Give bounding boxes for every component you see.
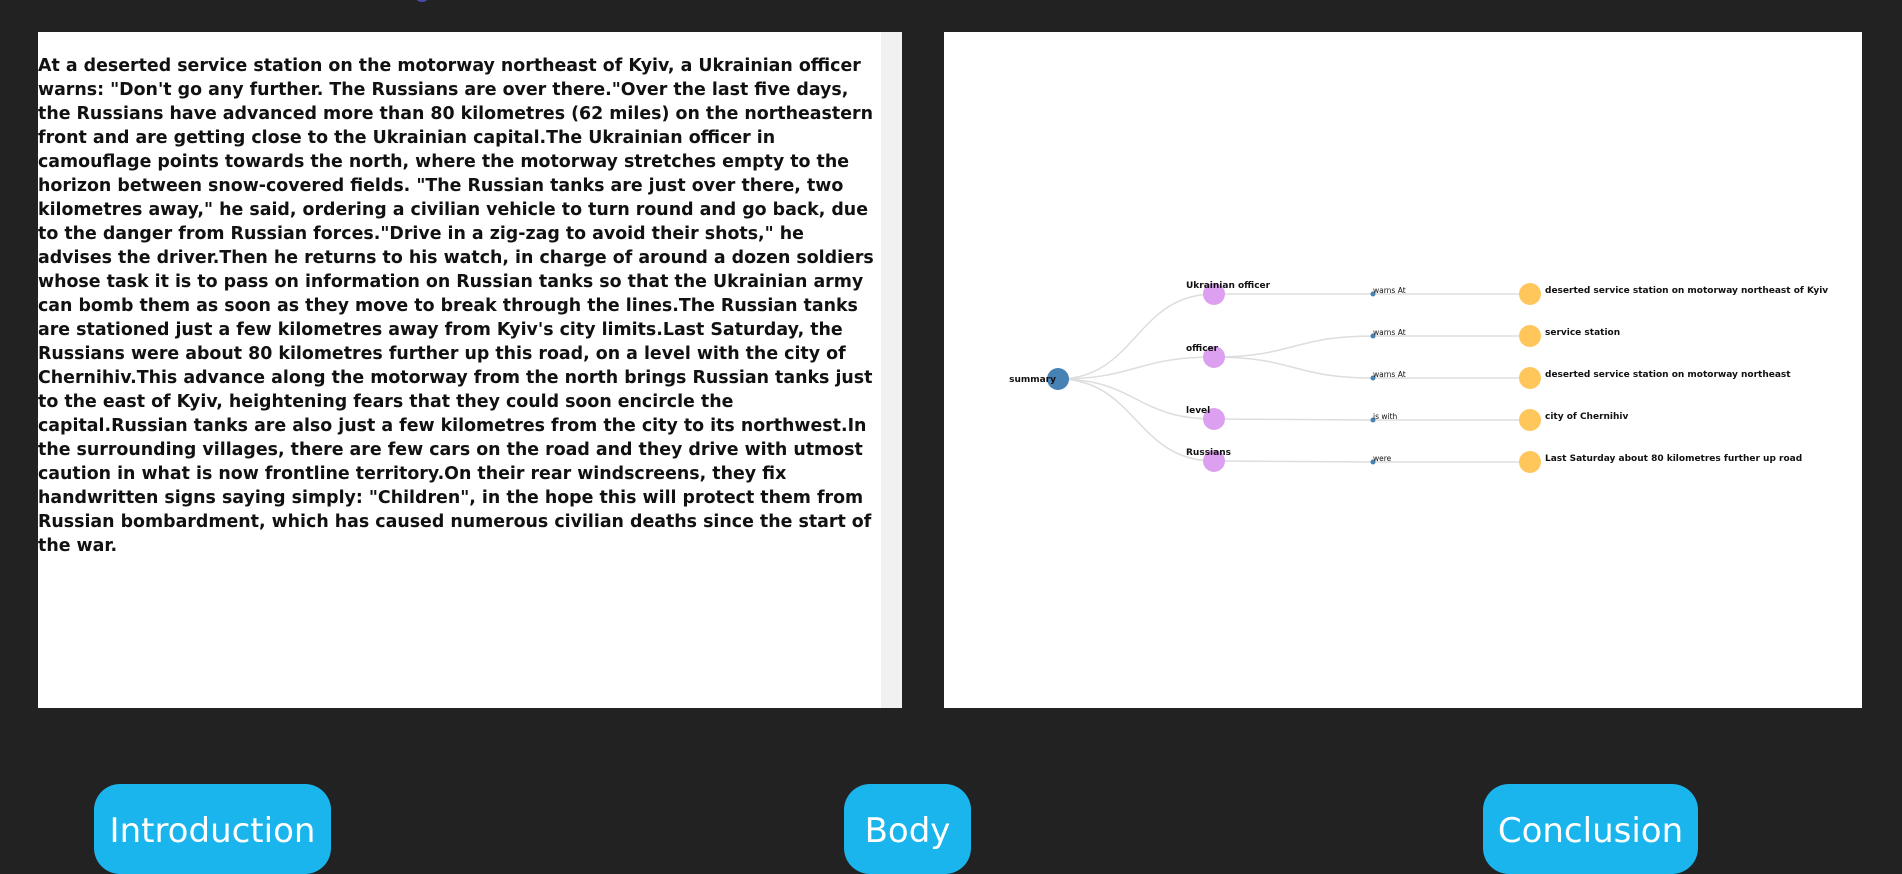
indicator-dot	[414, 0, 430, 2]
body-button[interactable]: Body	[844, 784, 971, 874]
node-object-label: deserted service station on motorway nor…	[1545, 286, 1828, 296]
node-subject-label: Russians	[1186, 448, 1231, 458]
node-object-label: service station	[1545, 328, 1620, 338]
link-subject-relation	[1213, 418, 1374, 421]
node-object	[1519, 451, 1541, 473]
node-object	[1519, 283, 1541, 305]
article-text-panel[interactable]: At a deserted service station on the mot…	[38, 32, 902, 708]
node-object	[1519, 367, 1541, 389]
link-subject-relation	[1213, 356, 1374, 379]
node-relation-label: were	[1373, 454, 1392, 463]
introduction-button[interactable]: Introduction	[94, 784, 331, 874]
node-relation-label: is with	[1373, 412, 1398, 421]
node-relation-label: warns At	[1373, 286, 1406, 295]
node-object-label: city of Chernihiv	[1545, 412, 1628, 422]
conclusion-button[interactable]: Conclusion	[1483, 784, 1698, 874]
scrollbar-track[interactable]	[881, 32, 902, 708]
node-object-label: deserted service station on motorway nor…	[1545, 370, 1791, 380]
node-relation-label: warns At	[1373, 328, 1406, 337]
link-subject-relation	[1213, 335, 1374, 358]
node-relation-label: warns At	[1373, 370, 1406, 379]
link-root-subject	[1057, 293, 1215, 380]
node-subject-label: level	[1186, 406, 1210, 416]
node-object	[1519, 409, 1541, 431]
summary-tree-panel: summary Ukrainian officer officer level Russ…	[944, 32, 1862, 708]
node-subject-label: officer	[1186, 344, 1219, 354]
summary-tree-graph: summary Ukrainian officer officer level Russ…	[1009, 281, 1828, 473]
node-root-label: summary	[1009, 375, 1056, 385]
node-object	[1519, 325, 1541, 347]
node-object-label: Last Saturday about 80 kilometres furthe…	[1545, 454, 1802, 464]
article-text: At a deserted service station on the mot…	[38, 56, 874, 556]
node-subject-label: Ukrainian officer	[1186, 281, 1271, 291]
link-subject-relation	[1213, 460, 1374, 463]
